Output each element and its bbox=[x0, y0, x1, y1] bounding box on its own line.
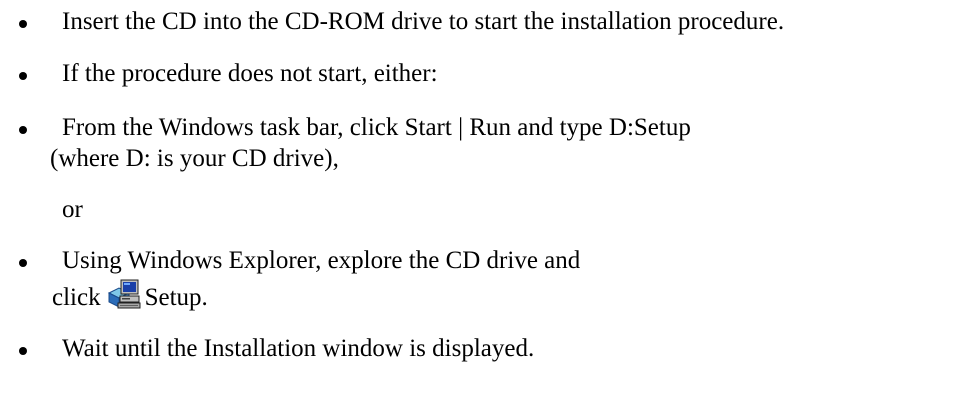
instruction-insert-cd: Insert the CD into the CD-ROM drive to s… bbox=[62, 8, 785, 35]
instruction-run-setup-note: (where D: is your CD drive), bbox=[50, 145, 339, 172]
instruction-explorer: Using Windows Explorer, explore the CD d… bbox=[62, 247, 581, 274]
setup-program-icon bbox=[107, 279, 141, 309]
setup-label: Setup. bbox=[144, 284, 208, 311]
instruction-run-setup: From the Windows task bar, click Start |… bbox=[62, 114, 691, 141]
instruction-if-not-start: If the procedure does not start, either: bbox=[62, 60, 438, 87]
bullet-icon bbox=[17, 18, 29, 30]
bullet-icon bbox=[17, 345, 29, 357]
installation-instructions: Insert the CD into the CD-ROM drive to s… bbox=[0, 0, 962, 398]
bullet-icon bbox=[17, 70, 29, 82]
or-separator-text: or bbox=[62, 196, 83, 223]
bullet-icon bbox=[17, 257, 29, 269]
instruction-click-setup: click Setup. bbox=[52, 279, 208, 311]
bullet-icon bbox=[17, 124, 29, 136]
instruction-wait: Wait until the Installation window is di… bbox=[62, 335, 535, 362]
click-text: click bbox=[52, 284, 101, 311]
